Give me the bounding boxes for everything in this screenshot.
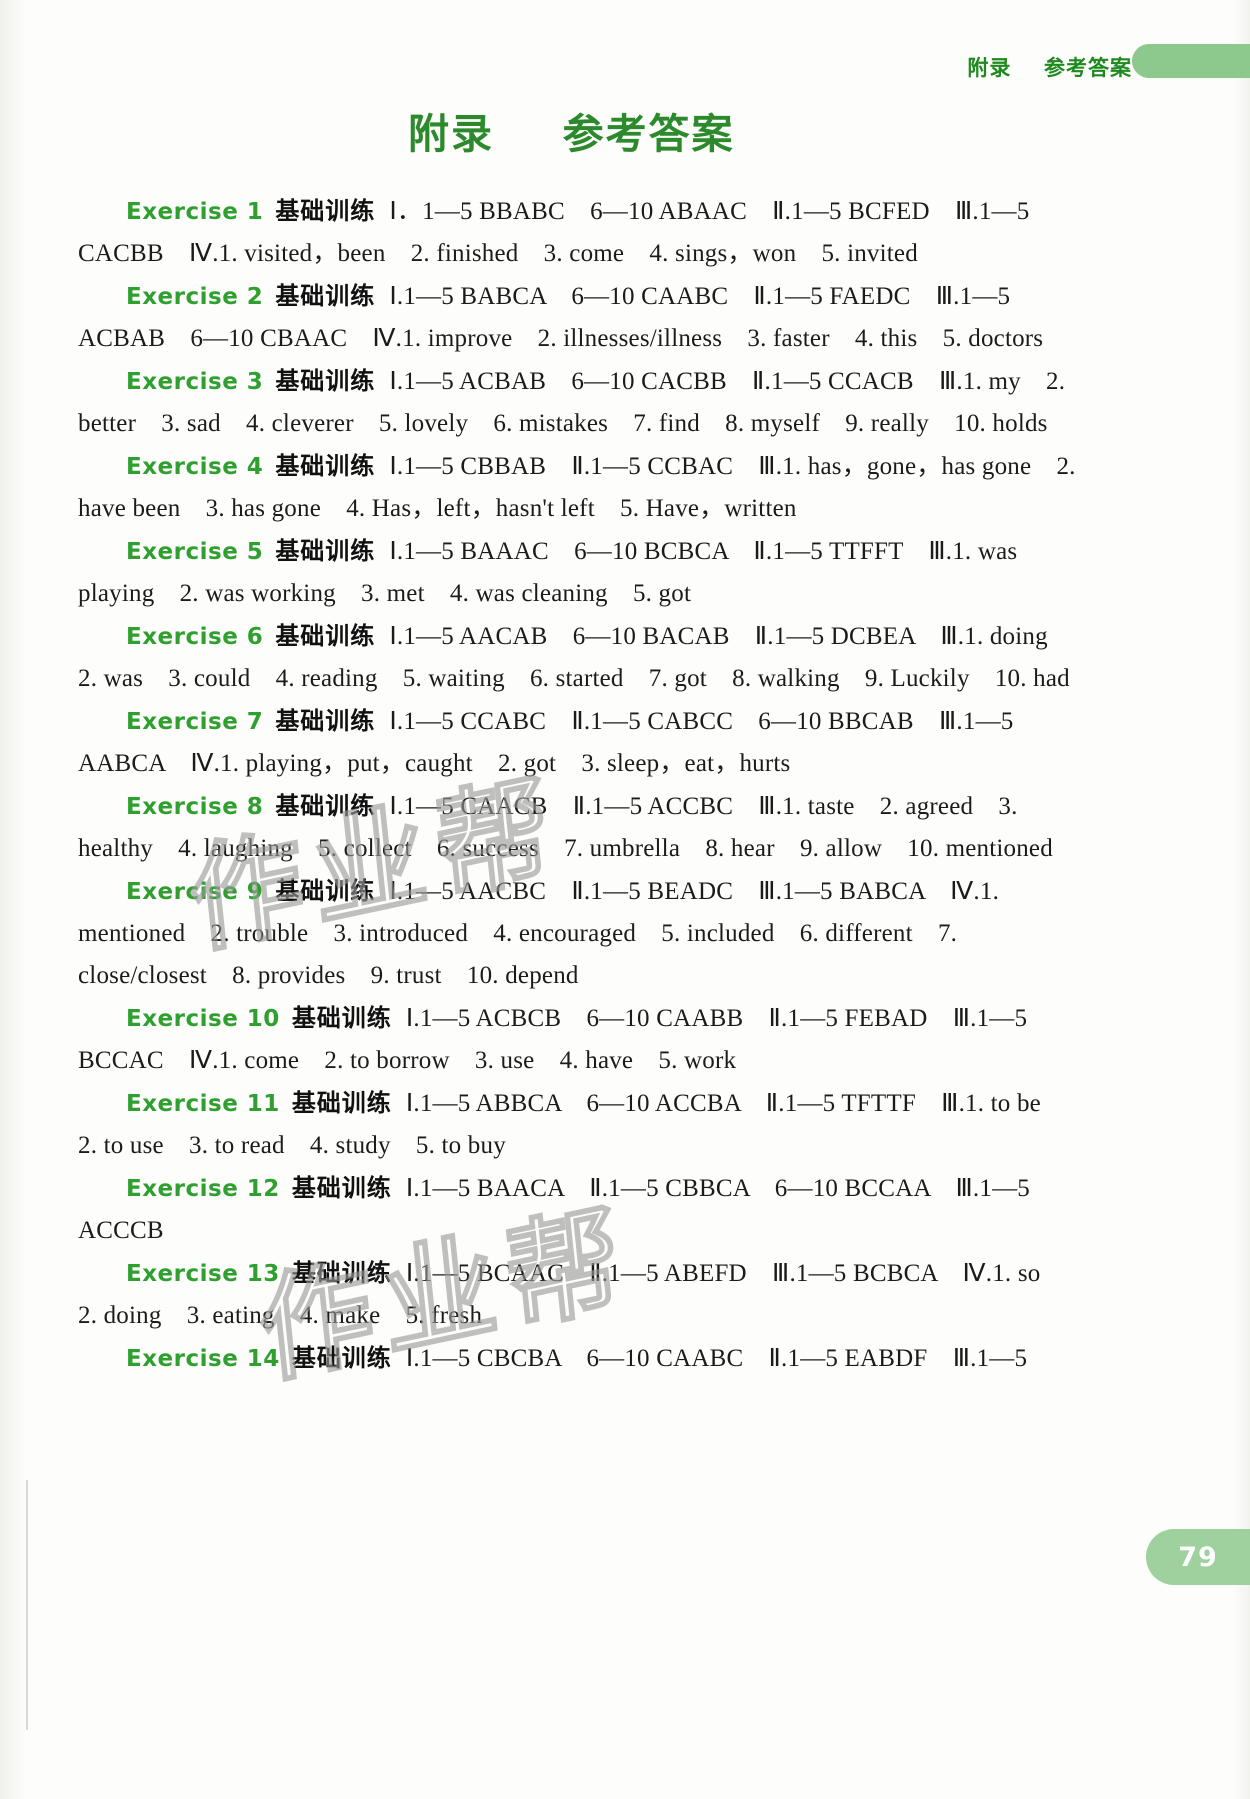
- exercise-section-label: 基础训练: [291, 1259, 392, 1287]
- exercise-id: Exercise 8: [126, 794, 264, 820]
- exercise-entry: Exercise 7 基础训练 Ⅰ.1—5 CCABC Ⅱ.1—5 CABCC 6—…: [78, 700, 1078, 785]
- exercise-section-label: 基础训练: [275, 282, 376, 310]
- exercise-entry: Exercise 10 基础训练 Ⅰ.1—5 ACBCB 6—10 CAABB Ⅱ.…: [78, 997, 1078, 1082]
- exercise-id: Exercise 13: [126, 1261, 280, 1287]
- exercise-id: Exercise 14: [126, 1346, 280, 1372]
- exercise-answers: Ⅰ.1—5 CBCBA 6—10 CAABC Ⅱ.1—5 EABDF Ⅲ.1—5: [405, 1345, 1028, 1372]
- exercise-id: Exercise 5: [126, 539, 264, 565]
- exercise-section-label: 基础训练: [291, 1344, 392, 1372]
- exercise-entry: Exercise 8 基础训练 Ⅰ.1—5 CAACB Ⅱ.1—5 ACCBC Ⅲ.…: [78, 785, 1078, 870]
- exercise-section-label: 基础训练: [291, 1004, 392, 1032]
- page-number-badge: 79: [1146, 1529, 1250, 1585]
- exercise-section-label: 基础训练: [275, 707, 376, 735]
- exercise-section-label: 基础训练: [291, 1089, 392, 1117]
- exercise-section-label: 基础训练: [275, 452, 376, 480]
- exercise-entry: Exercise 12 基础训练 Ⅰ.1—5 BAACA Ⅱ.1—5 CBBCA 6…: [78, 1167, 1078, 1252]
- exercise-entry: Exercise 13 基础训练 Ⅰ.1—5 BCAAC Ⅱ.1—5 ABEFD Ⅲ…: [78, 1252, 1078, 1337]
- exercise-id: Exercise 4: [126, 454, 264, 480]
- exercise-section-label: 基础训练: [275, 197, 376, 225]
- exercise-id: Exercise 1: [126, 199, 264, 225]
- running-header-right: 参考答案: [1044, 56, 1132, 80]
- page-title-part2: 参考答案: [562, 110, 735, 158]
- page-title: 附录 参考答案: [408, 100, 735, 160]
- exercise-id: Exercise 2: [126, 284, 264, 310]
- exercise-entry: Exercise 5 基础训练 Ⅰ.1—5 BAAAC 6—10 BCBCA Ⅱ.1…: [78, 530, 1078, 615]
- exercise-entry: Exercise 4 基础训练 Ⅰ.1—5 CBBAB Ⅱ.1—5 CCBAC Ⅲ.…: [78, 445, 1078, 530]
- header-tab-decoration: [1132, 44, 1250, 78]
- exercise-entry: Exercise 6 基础训练 Ⅰ.1—5 AACAB 6—10 BACAB Ⅱ.1…: [78, 615, 1078, 700]
- exercise-id: Exercise 9: [126, 879, 264, 905]
- exercise-entry: Exercise 2 基础训练 Ⅰ.1—5 BABCA 6—10 CAABC Ⅱ.1…: [78, 275, 1078, 360]
- running-header-left: 附录: [967, 56, 1012, 80]
- exercise-id: Exercise 12: [126, 1176, 280, 1202]
- exercise-section-label: 基础训练: [275, 367, 376, 395]
- page-title-part1: 附录: [408, 110, 494, 158]
- exercise-entry: Exercise 1 基础训练 Ⅰ．1—5 BBABC 6—10 ABAAC Ⅱ.1…: [78, 190, 1078, 275]
- exercise-id: Exercise 3: [126, 369, 264, 395]
- running-header: 附录 参考答案: [967, 52, 1132, 82]
- exercise-section-label: 基础训练: [275, 792, 376, 820]
- exercise-section-label: 基础训练: [275, 537, 376, 565]
- binding-line: [26, 1480, 28, 1730]
- page-number: 79: [1178, 1541, 1218, 1573]
- exercise-entry: Exercise 9 基础训练 Ⅰ.1—5 AACBC Ⅱ.1—5 BEADC Ⅲ.…: [78, 870, 1078, 997]
- exercise-entry: Exercise 14 基础训练 Ⅰ.1—5 CBCBA 6—10 CAABC Ⅱ.…: [78, 1337, 1078, 1380]
- exercise-section-label: 基础训练: [275, 622, 376, 650]
- exercise-id: Exercise 7: [126, 709, 264, 735]
- exercise-id: Exercise 11: [126, 1091, 280, 1117]
- exercise-id: Exercise 6: [126, 624, 264, 650]
- exercise-entry: Exercise 11 基础训练 Ⅰ.1—5 ABBCA 6—10 ACCBA Ⅱ.…: [78, 1082, 1078, 1167]
- exercise-section-label: 基础训练: [275, 877, 376, 905]
- exercise-entry: Exercise 3 基础训练 Ⅰ.1—5 ACBAB 6—10 CACBB Ⅱ.1…: [78, 360, 1078, 445]
- exercise-id: Exercise 10: [126, 1006, 280, 1032]
- answer-key-list: Exercise 1 基础训练 Ⅰ．1—5 BBABC 6—10 ABAAC Ⅱ.1…: [78, 190, 1078, 1380]
- exercise-section-label: 基础训练: [291, 1174, 392, 1202]
